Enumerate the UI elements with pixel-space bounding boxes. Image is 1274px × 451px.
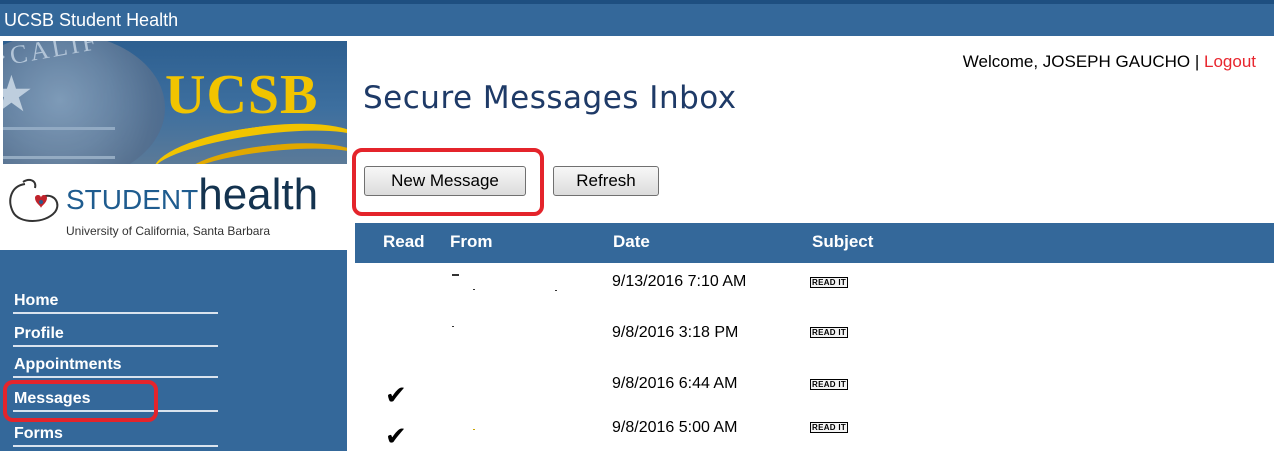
read-check-icon: ✔ xyxy=(385,380,407,410)
read-it-link[interactable]: READ IT xyxy=(810,327,849,338)
welcome-line: Welcome, JOSEPH GAUCHO | Logout xyxy=(963,52,1256,72)
table-row[interactable]: 9/8/2016 3:18 PM READ IT xyxy=(355,318,1274,348)
ucsb-logo: UCSB xyxy=(165,64,319,126)
ucsb-banner: OF·CALIF ★ UCSB xyxy=(3,41,347,164)
messages-table-header: Read From Date Subject xyxy=(355,223,1274,263)
message-date: 9/8/2016 5:00 AM xyxy=(612,419,738,436)
message-date: 9/8/2016 3:18 PM xyxy=(612,324,739,341)
read-it-link[interactable]: READ IT xyxy=(810,379,849,390)
student-health-logo: STUDENThealth University of California, … xyxy=(0,164,347,249)
column-header-date[interactable]: Date xyxy=(613,232,650,252)
read-it-link[interactable]: READ IT xyxy=(810,422,849,433)
redacted-mark xyxy=(473,429,475,430)
health-word: health xyxy=(198,170,319,219)
app-title: UCSB Student Health xyxy=(4,10,179,30)
sidebar-item-appointments[interactable]: Appointments xyxy=(13,347,218,378)
redacted-mark xyxy=(452,326,454,327)
top-bar: UCSB Student Health xyxy=(0,0,1274,36)
university-seal: OF·CALIF ★ xyxy=(3,41,165,164)
welcome-text: Welcome, JOSEPH GAUCHO | xyxy=(962,52,1204,71)
university-name: University of California, Santa Barbara xyxy=(66,224,271,238)
column-header-read[interactable]: Read xyxy=(383,232,425,252)
column-header-subject[interactable]: Subject xyxy=(812,232,873,252)
redacted-mark xyxy=(452,274,459,276)
book-icon xyxy=(3,127,115,159)
column-header-from[interactable]: From xyxy=(450,232,493,252)
table-row[interactable]: ✔ 9/8/2016 5:00 AM READ IT xyxy=(355,417,1274,451)
sidebar-item-profile[interactable]: Profile xyxy=(13,316,218,347)
student-word: STUDENT xyxy=(66,184,199,215)
read-check-icon: ✔ xyxy=(385,421,407,451)
read-it-link[interactable]: READ IT xyxy=(810,277,849,288)
new-message-button[interactable]: New Message xyxy=(364,166,526,196)
table-row[interactable]: ✔ 9/8/2016 6:44 AM READ IT xyxy=(355,372,1274,408)
redacted-mark xyxy=(555,290,557,291)
page-title: Secure Messages Inbox xyxy=(363,80,737,116)
table-row[interactable]: 9/13/2016 7:10 AM READ IT xyxy=(355,270,1274,300)
message-date: 9/13/2016 7:10 AM xyxy=(612,273,747,290)
message-date: 9/8/2016 6:44 AM xyxy=(612,375,738,392)
redacted-mark xyxy=(473,289,475,290)
sidebar-item-messages[interactable]: Messages xyxy=(13,381,218,412)
stethoscope-heart-icon xyxy=(9,179,59,222)
sidebar-item-home[interactable]: Home xyxy=(13,283,218,314)
refresh-button[interactable]: Refresh xyxy=(553,166,659,196)
logout-link[interactable]: Logout xyxy=(1204,52,1256,71)
star-icon: ★ xyxy=(3,66,34,122)
sidebar-item-forms[interactable]: Forms xyxy=(13,416,218,447)
